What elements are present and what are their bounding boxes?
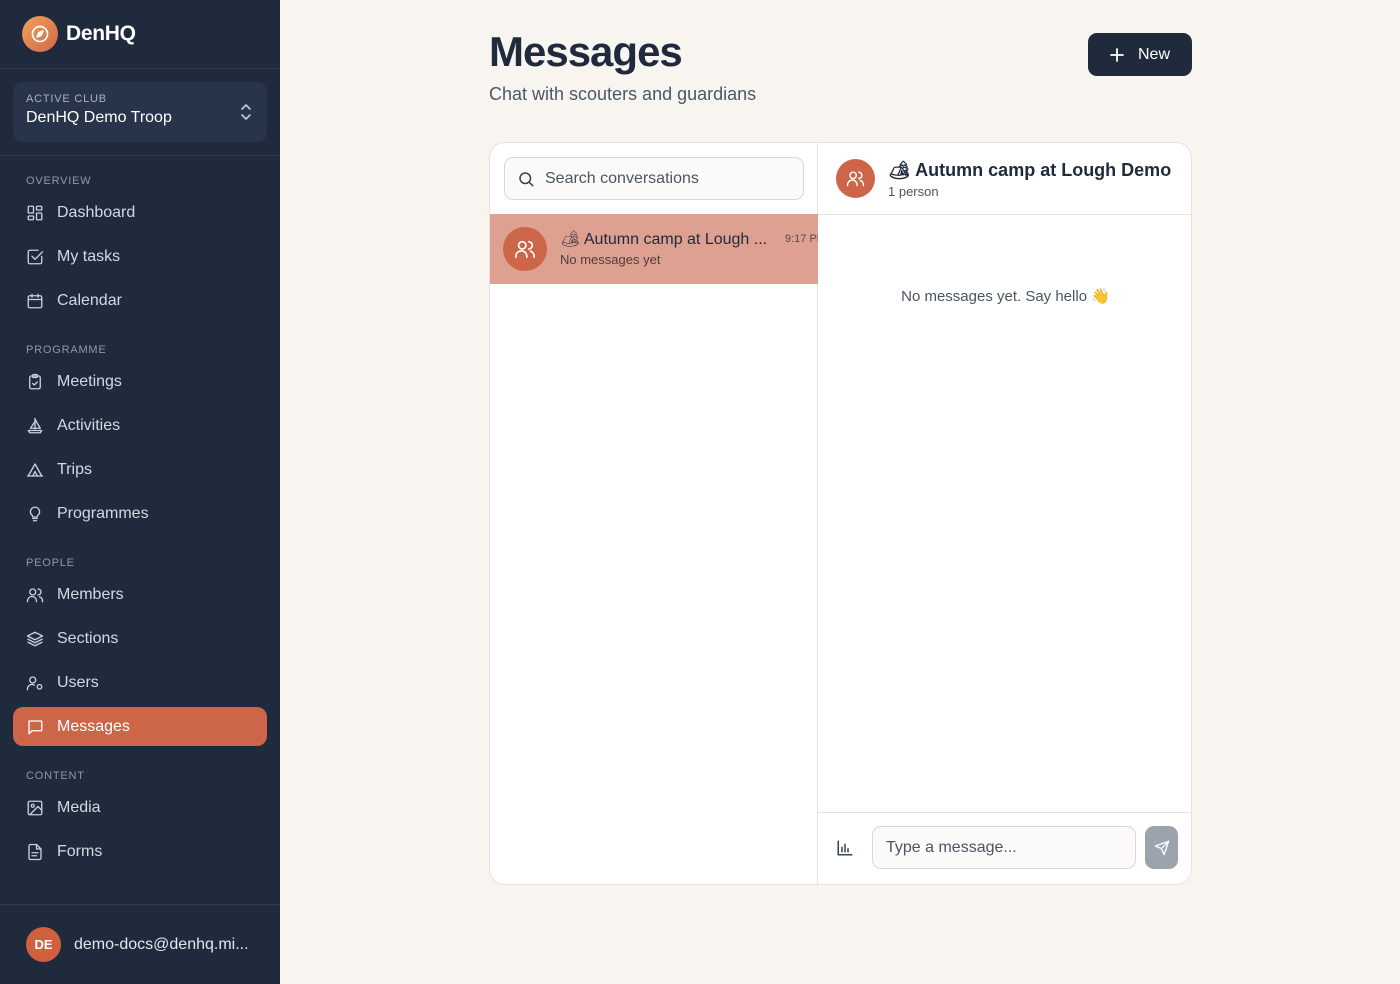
sidebar-item-label: Members (57, 585, 124, 603)
sidebar-item-label: Activities (57, 416, 121, 434)
page-title: Messages (489, 28, 683, 75)
sidebar-item-label: Trips (57, 460, 92, 478)
conversation-preview: No messages yet (560, 252, 661, 267)
sidebar-item-trips[interactable]: Trips (13, 450, 267, 489)
tent-icon (26, 461, 44, 479)
brand-name: DenHQ (66, 22, 136, 45)
chat-empty-state: No messages yet. Say hello 👋 (901, 288, 1110, 305)
search-box[interactable] (504, 157, 804, 200)
user-email: demo-docs@denhq.mi... (74, 935, 249, 953)
send-icon (1154, 840, 1170, 856)
users-icon (26, 586, 44, 604)
sidebar-item-label: Meetings (57, 372, 122, 390)
sidebar-item-label: Sections (57, 629, 119, 647)
messages-panel: 🏕 Autumn camp at Lough ... 9:17 PM No me… (489, 142, 1192, 885)
page-subtitle: Chat with scouters and guardians (489, 84, 757, 104)
conversation-time: 9:17 PM (785, 233, 818, 245)
chevrons-up-down-icon (239, 103, 253, 126)
sidebar: DenHQ ACTIVE CLUB DenHQ Demo Troop OVERV… (0, 0, 280, 984)
group-avatar-icon (836, 159, 875, 198)
sidebar-item-label: Media (57, 798, 101, 816)
nav-section-people: PEOPLE (26, 557, 75, 569)
active-club-name: DenHQ Demo Troop (26, 109, 172, 126)
chat-header: 🏕 Autumn camp at Lough Demo 1 person (818, 143, 1191, 215)
sailboat-icon (26, 417, 44, 435)
user-account-menu[interactable]: DE demo-docs@denhq.mi... (0, 904, 280, 984)
clipboard-icon (26, 373, 44, 391)
message-icon (26, 718, 44, 736)
brand[interactable]: DenHQ (0, 0, 280, 69)
nav-section-content: CONTENT (26, 770, 85, 782)
sidebar-item-label: My tasks (57, 247, 121, 265)
sidebar-item-sections[interactable]: Sections (13, 619, 267, 658)
sidebar-item-label: Messages (57, 717, 130, 735)
chat-view: 🏕 Autumn camp at Lough Demo 1 person No … (818, 143, 1191, 884)
conversation-title: 🏕 Autumn camp at Lough ... (560, 231, 768, 248)
message-composer (818, 812, 1191, 884)
new-button-label: New (1137, 45, 1170, 63)
sidebar-item-messages[interactable]: Messages (13, 707, 267, 746)
sidebar-item-label: Programmes (57, 504, 149, 522)
file-icon (26, 843, 44, 861)
checkbox-icon (26, 248, 44, 266)
image-icon (26, 799, 44, 817)
user-cog-icon (26, 674, 44, 692)
active-club-switcher[interactable]: ACTIVE CLUB DenHQ Demo Troop (13, 82, 267, 142)
poll-chart-icon[interactable] (836, 839, 854, 862)
new-conversation-button[interactable]: New (1088, 33, 1192, 76)
search-icon (517, 170, 535, 188)
nav-section-overview: OVERVIEW (26, 175, 92, 187)
sidebar-item-forms[interactable]: Forms (13, 832, 267, 871)
sidebar-item-meetings[interactable]: Meetings (13, 362, 267, 401)
chat-title: 🏕 Autumn camp at Lough Demo (888, 160, 1172, 180)
sidebar-item-activities[interactable]: Activities (13, 406, 267, 445)
lightbulb-icon (26, 505, 44, 523)
active-club-label: ACTIVE CLUB (26, 93, 107, 105)
layers-icon (26, 630, 44, 648)
conversation-list: 🏕 Autumn camp at Lough ... 9:17 PM No me… (490, 143, 818, 884)
avatar: DE (26, 927, 61, 962)
dashboard-icon (26, 204, 44, 222)
conversation-item[interactable]: 🏕 Autumn camp at Lough ... 9:17 PM No me… (490, 214, 818, 284)
sidebar-item-label: Forms (57, 842, 103, 860)
calendar-icon (26, 292, 44, 310)
sidebar-item-label: Dashboard (57, 203, 136, 221)
send-button[interactable] (1145, 826, 1178, 869)
plus-icon (1110, 47, 1124, 62)
sidebar-item-dashboard[interactable]: Dashboard (13, 193, 267, 232)
sidebar-item-programmes[interactable]: Programmes (13, 494, 267, 533)
sidebar-item-label: Users (57, 673, 99, 691)
chat-member-count: 1 person (888, 184, 939, 199)
sidebar-item-members[interactable]: Members (13, 575, 267, 614)
compass-logo-icon (22, 16, 58, 52)
search-input[interactable] (545, 169, 785, 188)
sidebar-item-label: Calendar (57, 291, 122, 309)
nav-section-programme: PROGRAMME (26, 344, 107, 356)
group-avatar-icon (503, 227, 547, 271)
sidebar-item-my-tasks[interactable]: My tasks (13, 237, 267, 276)
message-input[interactable] (872, 826, 1136, 869)
sidebar-item-calendar[interactable]: Calendar (13, 281, 267, 320)
sidebar-item-media[interactable]: Media (13, 788, 267, 827)
sidebar-item-users[interactable]: Users (13, 663, 267, 702)
